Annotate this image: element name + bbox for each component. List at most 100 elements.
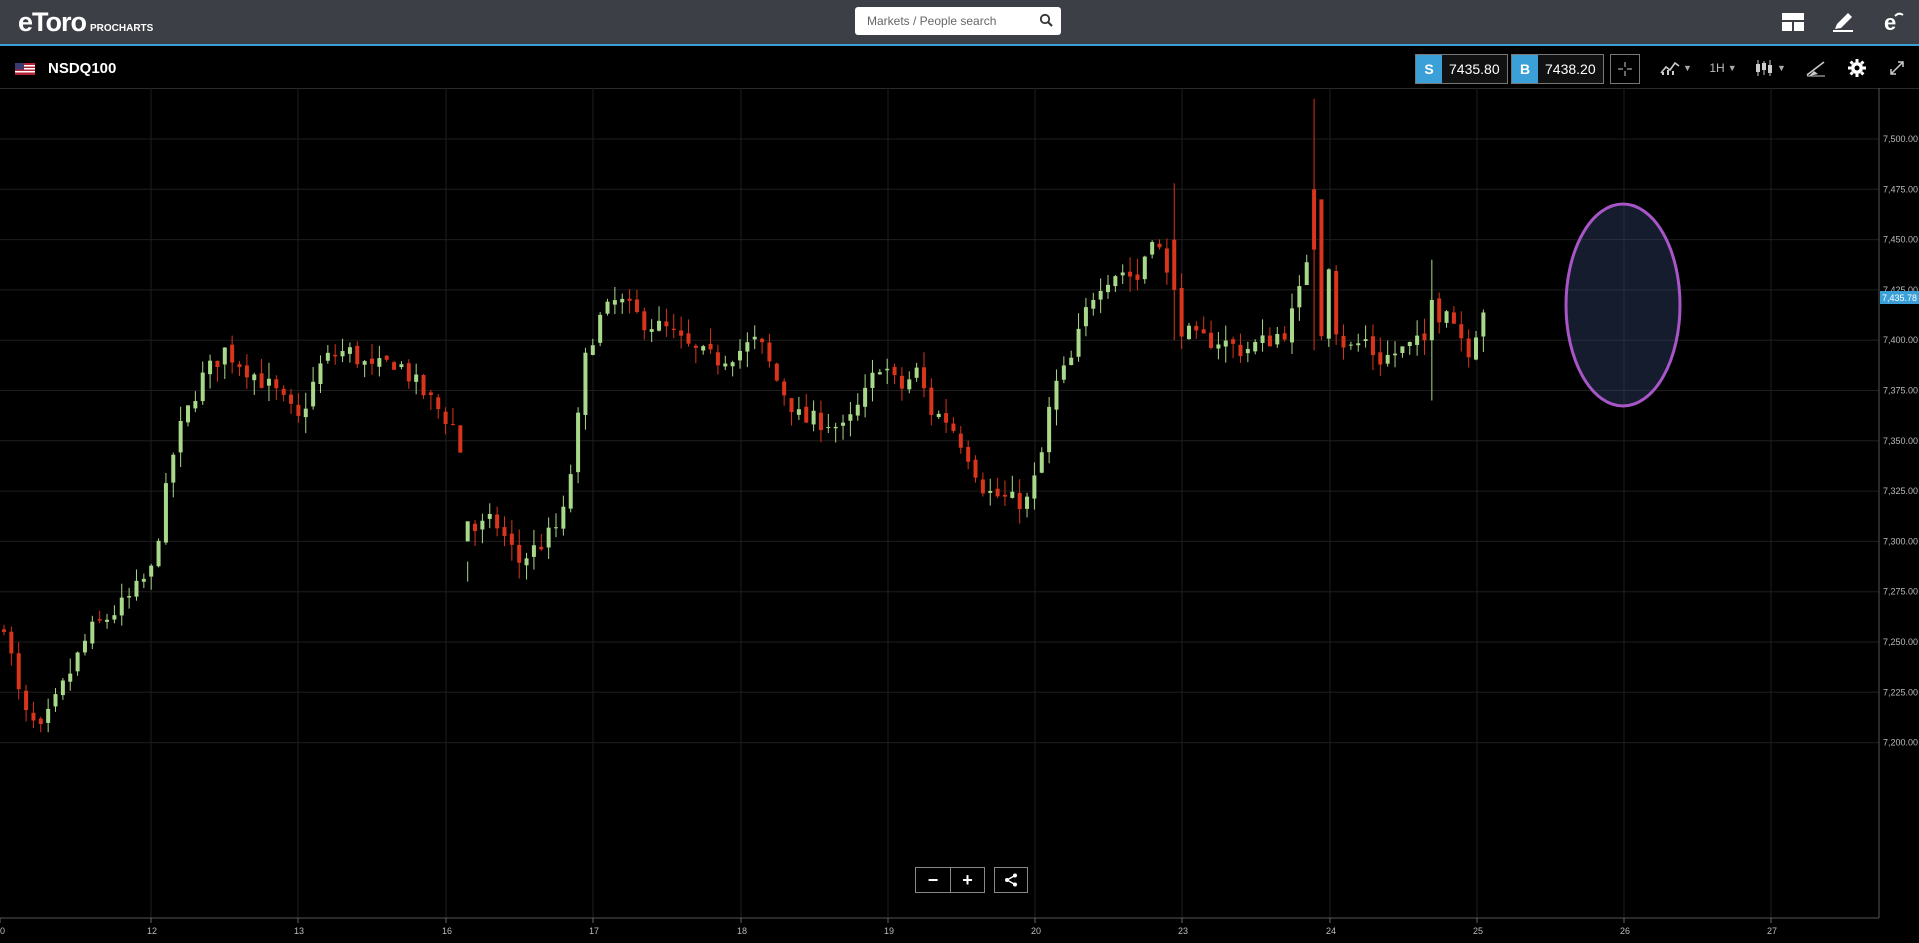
time-tick-label: 12 — [147, 926, 157, 936]
candle-body — [1135, 274, 1140, 280]
candle-body — [421, 375, 426, 396]
crosshair-button[interactable] — [1610, 54, 1640, 84]
candle-body — [877, 372, 882, 375]
candle — [436, 393, 441, 419]
price-tick-label: 7,475.00 — [1883, 184, 1918, 194]
price-tick-label: 7,325.00 — [1883, 486, 1918, 496]
etoro-logo[interactable]: eToro PROCHARTS — [18, 8, 153, 36]
candle — [1466, 329, 1471, 368]
candle — [487, 503, 492, 529]
candle — [1076, 313, 1081, 362]
candle — [774, 362, 779, 382]
candle — [1245, 341, 1250, 363]
candle — [1451, 306, 1456, 324]
candle-body — [980, 479, 985, 494]
candle — [450, 408, 455, 426]
candle — [914, 362, 919, 382]
candle-body — [782, 381, 787, 396]
zoom-out-button[interactable]: − — [915, 867, 951, 893]
candle — [1135, 258, 1140, 291]
candle-body — [605, 301, 610, 314]
candle — [1194, 321, 1199, 339]
candle — [1142, 255, 1147, 284]
candle — [612, 287, 617, 315]
buy-price-button[interactable]: B 7438.20 — [1511, 54, 1604, 84]
candle-body — [1231, 339, 1236, 344]
settings-button[interactable] — [1842, 54, 1872, 82]
highlight-ellipse — [1564, 202, 1682, 408]
candle — [664, 308, 669, 337]
candle — [730, 360, 735, 377]
price-chart[interactable]: 7,500.007,475.007,450.007,425.007,400.00… — [0, 88, 1919, 943]
fullscreen-button[interactable] — [1882, 54, 1912, 82]
candle-body — [1179, 287, 1184, 337]
candle-body — [826, 427, 831, 429]
candle-body — [627, 298, 632, 301]
us-flag-icon — [15, 63, 35, 75]
candle — [105, 613, 110, 629]
candle-body — [105, 619, 110, 622]
candle — [1282, 326, 1287, 342]
candle — [1083, 297, 1088, 337]
search-icon[interactable] — [1039, 13, 1053, 32]
candle-body — [524, 558, 529, 566]
candle-body — [244, 365, 249, 378]
candle-body — [127, 596, 132, 598]
candle-body — [907, 379, 912, 390]
candle-body — [325, 352, 330, 361]
candle — [980, 472, 985, 497]
pencil-icon[interactable] — [1829, 9, 1857, 35]
zoom-in-button[interactable]: + — [950, 867, 985, 893]
candle-body — [82, 640, 87, 653]
logo-text: eToro — [18, 7, 87, 37]
candle-body — [576, 412, 581, 473]
candle — [885, 358, 890, 385]
candle — [1429, 259, 1434, 401]
candle-body — [679, 330, 684, 336]
buy-label: B — [1512, 55, 1538, 83]
share-icon — [1005, 873, 1017, 887]
candle-body — [1356, 343, 1361, 346]
candle — [1047, 397, 1052, 464]
time-axis: 0 12 13 16 17 18 19 20 23 24 25 26 27 — [0, 918, 1777, 936]
candle-body — [554, 527, 558, 529]
etoro-e-icon[interactable]: e — [1880, 9, 1908, 35]
candle-body — [1157, 243, 1162, 248]
zoom-out-label: − — [927, 870, 939, 890]
candle — [311, 367, 316, 410]
candle-body — [995, 488, 1000, 497]
chart-type-dropdown[interactable]: ▼ — [1750, 54, 1790, 82]
search-box[interactable] — [855, 7, 1061, 35]
search-input[interactable] — [865, 7, 1039, 35]
candle-body — [134, 580, 139, 597]
sell-price-button[interactable]: S 7435.80 — [1415, 54, 1508, 84]
candle-body — [1091, 299, 1096, 309]
candle — [517, 529, 522, 579]
indicators-button[interactable]: ▼ — [1656, 54, 1696, 82]
share-button[interactable] — [994, 867, 1028, 893]
candle-body — [841, 422, 846, 426]
candle-body — [561, 506, 566, 529]
candle-body — [259, 373, 264, 388]
candle-body — [1164, 248, 1169, 273]
candle-body — [333, 354, 338, 357]
layout-icon[interactable] — [1779, 9, 1807, 35]
candle — [458, 425, 463, 453]
candle — [995, 477, 1000, 499]
timeframe-dropdown[interactable]: 1H ▼ — [1705, 54, 1741, 82]
candle-body — [1017, 492, 1022, 510]
candle-body — [1032, 475, 1037, 499]
candle-body — [1319, 199, 1324, 337]
candle-body — [1128, 271, 1133, 277]
candle-body — [1422, 333, 1427, 341]
candle — [1039, 447, 1044, 474]
candle — [818, 400, 823, 443]
current-price-label: 7,435.78 — [1882, 293, 1917, 303]
candle — [796, 396, 801, 420]
candle — [1275, 326, 1280, 348]
drawing-tool-button[interactable] — [1801, 54, 1831, 82]
price-tick-label: 7,250.00 — [1883, 637, 1918, 647]
candle-body — [311, 381, 316, 407]
candle-body — [723, 363, 728, 367]
candle-body — [215, 360, 220, 367]
